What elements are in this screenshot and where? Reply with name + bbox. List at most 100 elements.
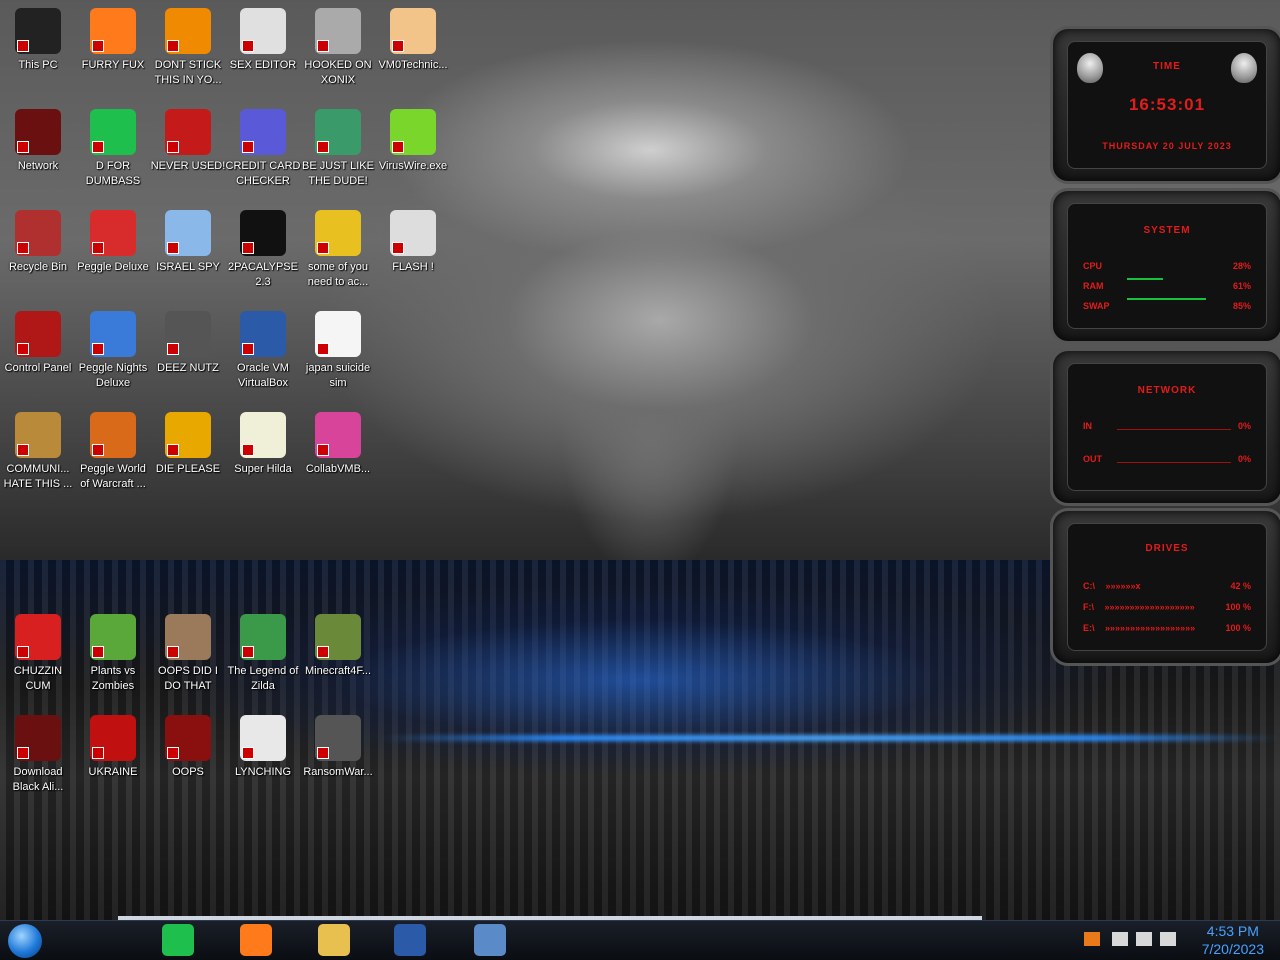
time-gadget[interactable]: TIME 16:53:01 THURSDAY 20 JULY 2023: [1050, 26, 1280, 184]
portrait-icon: [165, 614, 211, 660]
desktop-icon[interactable]: Minecraft4F...: [300, 606, 376, 679]
recycle-bin-icon: [15, 210, 61, 256]
desktop-icon[interactable]: NEVER USED!: [150, 101, 226, 174]
desktop-icon[interactable]: CHUZZIN CUM: [0, 606, 76, 694]
java-icon[interactable]: [1084, 932, 1100, 946]
shortcut-arrow-icon: [242, 444, 254, 456]
time-gadget-clock: 16:53:01: [1128, 95, 1206, 114]
desktop-icon[interactable]: Super Hilda: [225, 404, 301, 477]
drive-c-row: C:\ »»»»»»x 42 %: [1083, 581, 1251, 591]
desktop-icon[interactable]: DIE PLEASE: [150, 404, 226, 477]
desktop-icon[interactable]: Oracle VM VirtualBox: [225, 303, 301, 391]
desktop-icon[interactable]: Network: [0, 101, 76, 174]
desktop-icon[interactable]: VirusWire.exe: [375, 101, 451, 174]
time-gadget-title: TIME: [1153, 61, 1181, 72]
doctor-icon: [390, 8, 436, 54]
desktop-icon[interactable]: FLASH !: [375, 202, 451, 275]
taskbar-firefox-icon[interactable]: [240, 924, 272, 956]
volume-icon[interactable]: [1160, 932, 1176, 946]
desktop-icon[interactable]: VM0Technic...: [375, 0, 451, 73]
vlc-icon: [165, 8, 211, 54]
network-in-graph: [1117, 429, 1231, 430]
drives-gadget[interactable]: DRIVES C:\ »»»»»»x 42 % F:\ »»»»»»»»»»»»»…: [1050, 508, 1280, 666]
shortcut-arrow-icon: [92, 444, 104, 456]
network-tray-icon[interactable]: [1136, 932, 1152, 946]
desktop-icon-label: OOPS: [172, 766, 204, 778]
network-gadget-title: NETWORK: [1137, 385, 1197, 396]
desktop-icon[interactable]: DEEZ NUTZ: [150, 303, 226, 376]
virtualbox-icon: [240, 311, 286, 357]
clock-date: 7/20/2023: [1201, 941, 1264, 957]
shortcut-arrow-icon: [167, 141, 179, 153]
desktop-icon[interactable]: UKRAINE: [75, 707, 151, 780]
windows-stack-icon: [165, 311, 211, 357]
desktop-icon[interactable]: Peggle World of Warcraft ...: [75, 404, 151, 492]
taskbar-file-explorer-icon[interactable]: [318, 924, 350, 956]
shortcut-arrow-icon: [242, 343, 254, 355]
shortcut-arrow-icon: [242, 747, 254, 759]
system-gadget[interactable]: SYSTEM CPU 28% RAM 61% SWAP 85%: [1050, 188, 1280, 344]
desktop-icon[interactable]: CREDIT CARD CHECKER: [225, 101, 301, 189]
desktop-icon-label: This PC: [18, 59, 58, 71]
red-screen-icon: [165, 715, 211, 761]
terminal-icon: [240, 210, 286, 256]
action-center-icon[interactable]: [1112, 932, 1128, 946]
pvz-icon: [90, 614, 136, 660]
hxd-icon: [240, 8, 286, 54]
desktop-icon[interactable]: DONT STICK THIS IN YO...: [150, 0, 226, 88]
desktop-icon[interactable]: OOPS DID I DO THAT: [150, 606, 226, 694]
desktop-icon-label: UKRAINE: [88, 766, 138, 778]
shortcut-arrow-icon: [317, 40, 329, 52]
desktop-icon-label: Minecraft4F...: [304, 665, 372, 677]
taskbar-windows10-icon[interactable]: [474, 924, 506, 956]
rope-icon: [240, 715, 286, 761]
start-button[interactable]: [8, 924, 42, 958]
desktop-icon[interactable]: Download Black Ali...: [0, 707, 76, 795]
desktop-icon[interactable]: Recycle Bin: [0, 202, 76, 275]
drives-gadget-title: DRIVES: [1145, 543, 1189, 554]
desktop-icon[interactable]: Plants vs Zombies: [75, 606, 151, 694]
desktop-icon[interactable]: 2PACALYPSE 2.3: [225, 202, 301, 290]
desktop-icon-label: CREDIT CARD CHECKER: [225, 160, 301, 187]
desktop-icon[interactable]: RansomWar...: [300, 707, 376, 780]
desktop-icon-label: Peggle Nights Deluxe: [78, 362, 148, 389]
desktop-icon[interactable]: some of you need to ac...: [300, 202, 376, 290]
shortcut-arrow-icon: [167, 242, 179, 254]
desktop-icon[interactable]: CollabVMB...: [300, 404, 376, 477]
desktop-icon-label: NEVER USED!: [150, 160, 226, 172]
desktop-icon-label: Peggle Deluxe: [77, 261, 149, 273]
beaver-icon: [315, 210, 361, 256]
taskbar-clock[interactable]: 4:53 PM 7/20/2023: [1202, 922, 1264, 958]
taskbar-spotify-icon[interactable]: [162, 924, 194, 956]
desktop-icon[interactable]: D FOR DUMBASS: [75, 101, 151, 189]
desktop-icon[interactable]: COMMUNI... HATE THIS ...: [0, 404, 76, 492]
drive-f-row: F:\ »»»»»»»»»»»»»»»»»» 100 %: [1083, 602, 1251, 612]
desktop-icon[interactable]: Peggle Deluxe: [75, 202, 151, 275]
desktop-icon[interactable]: ISRAEL SPY: [150, 202, 226, 275]
desktop-icon-label: FLASH !: [392, 261, 434, 273]
desktop-icon[interactable]: Control Panel: [0, 303, 76, 376]
shortcut-arrow-icon: [17, 242, 29, 254]
taskbar-virtualbox-icon[interactable]: [394, 924, 426, 956]
desktop-icon[interactable]: Peggle Nights Deluxe: [75, 303, 151, 391]
shortcut-arrow-icon: [92, 40, 104, 52]
peggle-icon: [90, 210, 136, 256]
desktop-icon[interactable]: FURRY FUX: [75, 0, 151, 73]
desktop-icon[interactable]: OOPS: [150, 707, 226, 780]
desktop-icon[interactable]: japan suicide sim: [300, 303, 376, 391]
cpu-row: CPU 28%: [1083, 261, 1251, 271]
skull-icon: [315, 715, 361, 761]
shortcut-arrow-icon: [17, 444, 29, 456]
desktop-icon[interactable]: LYNCHING: [225, 707, 301, 780]
desktop-icon[interactable]: SEX EDITOR: [225, 0, 301, 73]
desktop-icon[interactable]: BE JUST LIKE THE DUDE!: [300, 101, 376, 189]
desktop-icon[interactable]: HOOKED ON XONIX: [300, 0, 376, 88]
desktop-icon-label: OOPS DID I DO THAT: [158, 665, 218, 692]
network-gadget[interactable]: NETWORK IN 0% OUT 0%: [1050, 348, 1280, 506]
desktop-icon[interactable]: The Legend of Zilda: [225, 606, 301, 694]
desktop-icon[interactable]: This PC: [0, 0, 76, 73]
desktop-icon-label: CollabVMB...: [305, 463, 371, 475]
shortcut-arrow-icon: [392, 40, 404, 52]
shortcut-arrow-icon: [167, 646, 179, 658]
desktop-icon-label: Plants vs Zombies: [90, 665, 136, 692]
